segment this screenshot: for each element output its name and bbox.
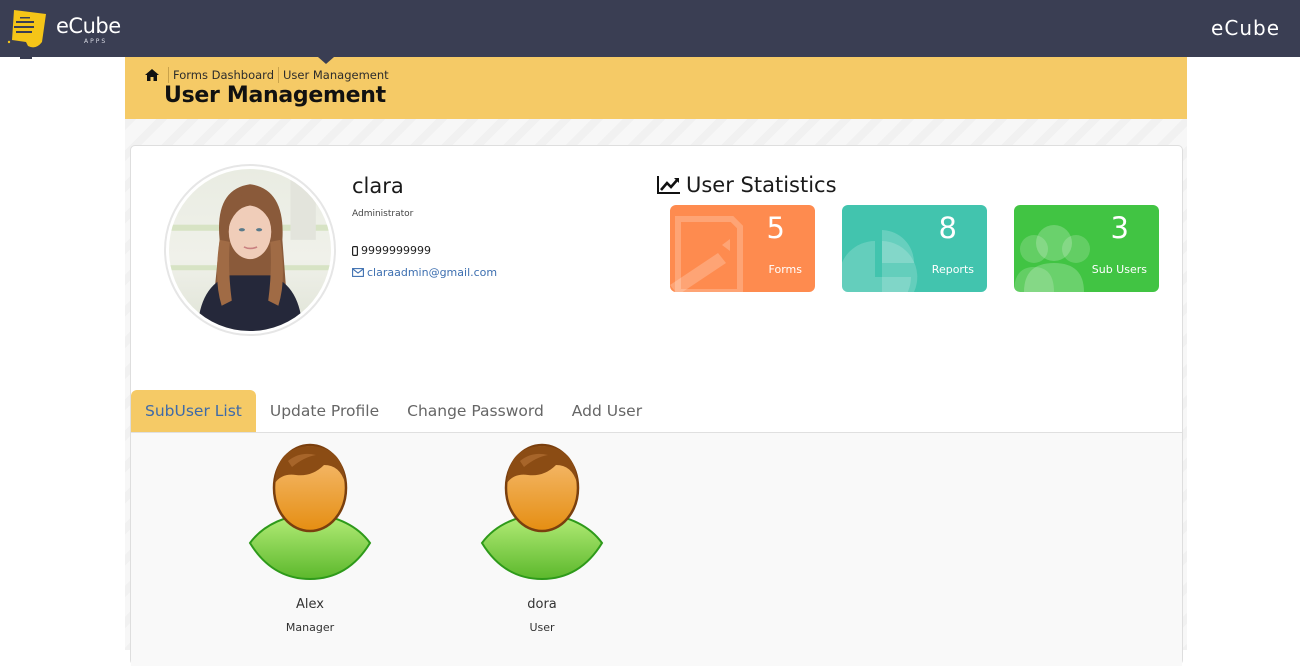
phone-number: 9999999999 — [361, 244, 431, 257]
forms-label: Forms — [768, 263, 802, 276]
user-statistics-heading: User Statistics — [657, 173, 837, 197]
logo-text: eCube — [56, 14, 121, 38]
profile-role: Administrator — [352, 209, 414, 219]
statistics-title: User Statistics — [686, 173, 837, 197]
breadcrumb: Forms Dashboard User Management — [145, 67, 389, 83]
breadcrumb-separator — [278, 67, 280, 83]
top-navbar: eCube APPS eCube — [0, 0, 1300, 57]
sidebar-toggle-hint — [20, 57, 32, 59]
tab-add-user[interactable]: Add User — [558, 390, 656, 432]
profile-card: clara Administrator 9999999999 claraadmi… — [130, 145, 1183, 666]
envelope-icon — [352, 268, 364, 277]
subuser-name: Alex — [296, 597, 324, 612]
stat-tile-reports[interactable]: 8 Reports — [842, 205, 987, 292]
home-icon[interactable] — [145, 69, 159, 81]
breadcrumb-separator — [168, 67, 169, 83]
menu-caret-indicator — [318, 57, 334, 64]
profile-photo — [169, 169, 331, 331]
stat-tile-forms[interactable]: 5 Forms — [670, 205, 815, 292]
user-avatar-icon — [480, 443, 604, 581]
subuser-role: Manager — [285, 621, 335, 634]
pie-chart-icon — [842, 230, 918, 292]
logo-subtext: APPS — [84, 38, 108, 45]
ecube-logo-icon — [7, 10, 46, 48]
users-icon — [1014, 225, 1090, 292]
subuser-list: Alex Manager dora User — [131, 433, 1182, 666]
page-header: Forms Dashboard User Management User Man… — [125, 57, 1187, 119]
tab-subuser-list[interactable]: SubUser List — [131, 390, 256, 432]
person-photo-icon — [169, 179, 331, 331]
subuser-card[interactable]: dora User — [467, 443, 617, 634]
subuser-card[interactable]: Alex Manager — [235, 443, 385, 634]
sub-users-count: 3 — [1110, 211, 1129, 245]
tab-change-password[interactable]: Change Password — [393, 390, 558, 432]
page-title: User Management — [164, 83, 386, 108]
form-edit-icon — [670, 216, 743, 292]
stat-tile-sub-users[interactable]: 3 Sub Users — [1014, 205, 1159, 292]
subuser-name: dora — [527, 597, 557, 612]
email-link[interactable]: claraadmin@gmail.com — [367, 266, 497, 279]
sub-users-label: Sub Users — [1091, 263, 1147, 276]
breadcrumb-user-management: User Management — [283, 68, 389, 82]
profile-email[interactable]: claraadmin@gmail.com — [352, 266, 497, 279]
forms-count: 5 — [766, 211, 785, 245]
mobile-phone-icon — [352, 245, 358, 256]
user-avatar-icon — [248, 443, 372, 581]
line-chart-icon — [657, 176, 680, 194]
profile-avatar — [164, 164, 336, 336]
profile-tabs: SubUser List Update Profile Change Passw… — [131, 390, 1182, 433]
tab-update-profile[interactable]: Update Profile — [256, 390, 393, 432]
ecube-logo[interactable]: eCube APPS — [6, 4, 121, 52]
profile-name: clara — [352, 174, 404, 198]
profile-phone: 9999999999 — [352, 244, 431, 257]
reports-label: Reports — [931, 263, 974, 276]
subuser-role: User — [529, 621, 555, 634]
reports-count: 8 — [938, 211, 957, 245]
breadcrumb-forms-dashboard[interactable]: Forms Dashboard — [173, 68, 274, 82]
brand-name: eCube — [1211, 16, 1280, 40]
